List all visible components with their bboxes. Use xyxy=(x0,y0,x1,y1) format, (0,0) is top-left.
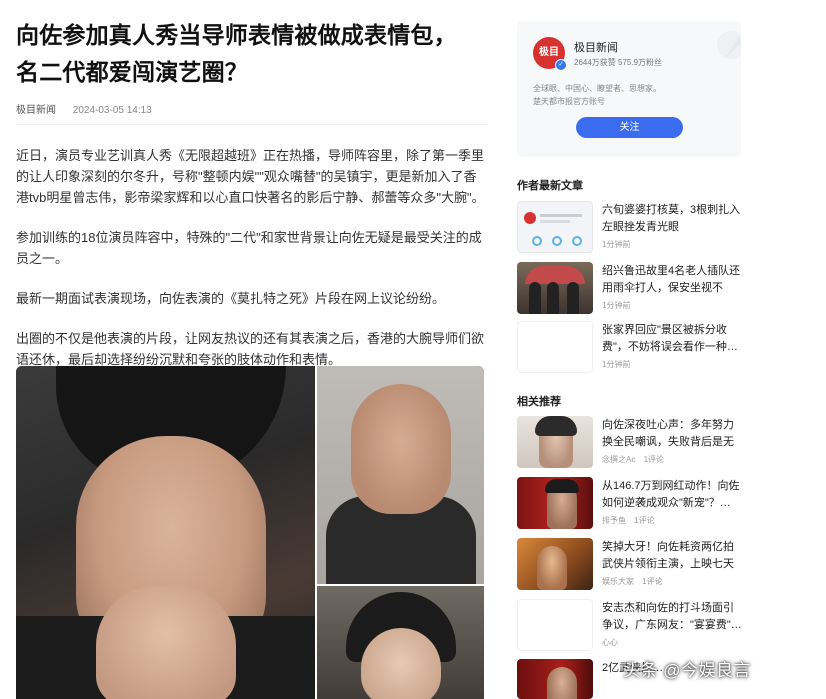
related-thumbnail xyxy=(517,599,593,651)
article-paragraph: 最新一期面试表演现场，向佐表演的《莫扎特之死》片段在网上议论纷纷。 xyxy=(16,291,446,306)
latest-item-time: 1分钟前 xyxy=(602,360,631,369)
related-item-meta: 娱乐大家 1评论 xyxy=(602,576,669,587)
latest-item-title[interactable]: 绍兴鲁迅故里4名老人插队还用雨伞打人，保安坐视不管… xyxy=(602,263,744,297)
article-date: 2024-03-05 14:13 xyxy=(72,105,152,116)
article-paragraph: 出圈的不仅是他表演的片段，让网友热议的还有其表演之后，香港的大腕导师们欲语还休，… xyxy=(16,331,485,367)
related-item-author[interactable]: 娱乐大家 xyxy=(602,577,634,586)
related-thumbnail xyxy=(517,477,593,529)
author-description: 全球眼、中国心、瞭望者、思想家。 楚天都市报官方账号 xyxy=(533,82,729,108)
related-item[interactable]: 安志杰和向佐的打斗场面引争议，广东网友："宴宴费"… 心心 xyxy=(517,599,745,651)
watermark: 头条 @今娱良言 xyxy=(623,661,751,680)
related-item-title[interactable]: 从146.7万到网红动作！向佐如何逆袭成观众"新宠"？… xyxy=(602,478,744,512)
related-item-author[interactable]: 心心 xyxy=(602,638,618,647)
related-thumbnail xyxy=(517,416,593,468)
related-thumbnail xyxy=(517,659,593,699)
article-image[interactable] xyxy=(16,366,484,699)
related-item[interactable]: 从146.7万到网红动作！向佐如何逆袭成观众"新宠"？… 排予鱼 1评论 xyxy=(517,477,745,529)
author-stats: 2644万获赞 575.9万粉丝 xyxy=(574,58,663,67)
related-item-author[interactable]: 念撰之Ac xyxy=(602,455,635,464)
related-item-meta: 心心 xyxy=(602,637,624,648)
latest-heading: 作者最新文章 xyxy=(517,180,583,192)
article-title: 向佐参加真人秀当导师表情被做成表情包， 名二代都爱闯演艺圈？ xyxy=(16,17,486,91)
related-item-comments: 1评论 xyxy=(643,455,665,464)
verified-icon: ✓ xyxy=(555,59,567,71)
related-thumbnail xyxy=(517,538,593,590)
latest-item-title[interactable]: 张家界回应"景区被拆分收费"，不妨将误会看作一种… xyxy=(602,322,744,356)
latest-item[interactable]: 绍兴鲁迅故里4名老人插队还用雨伞打人，保安坐视不管… 1分钟前 xyxy=(517,262,745,314)
related-item-meta: 念撰之Ac 1评论 xyxy=(602,454,670,465)
latest-item-title[interactable]: 六旬婆婆打核莫，3根刺扎入左眼挫发青光眼 xyxy=(602,202,744,236)
article-main: 向佐参加真人秀当导师表情被做成表情包， 名二代都爱闯演艺圈？ 极目新闻 2024… xyxy=(16,0,486,370)
latest-thumbnail xyxy=(517,201,593,253)
latest-item-time: 1分钟前 xyxy=(602,240,631,249)
latest-thumbnail xyxy=(517,262,593,314)
author-name[interactable]: 极目新闻 xyxy=(574,39,618,55)
related-item-title[interactable]: 向佐深夜吐心声：多年努力换全民嘲讽，失败背后是无尽… xyxy=(602,417,744,451)
related-item-comments: 1评论 xyxy=(642,577,663,586)
related-item-meta: 排予鱼 1评论 xyxy=(602,515,661,526)
article-title-line1: 向佐参加真人秀当导师表情被做成表情包， xyxy=(16,22,457,48)
author-desc-line: 全球眼、中国心、瞭望者、思想家。 xyxy=(533,84,661,93)
latest-item-time: 1分钟前 xyxy=(602,301,631,310)
author-avatar[interactable]: 极目 ✓ xyxy=(533,37,567,71)
related-item[interactable]: 笑掉大牙！向佐耗资两亿拍武侠片领衔主演，上映七天竟… 娱乐大家 1评论 xyxy=(517,538,745,590)
decoration-icon xyxy=(717,31,741,59)
article-meta: 极目新闻 2024-03-05 14:13 xyxy=(16,101,486,117)
divider xyxy=(16,124,486,125)
related-item-title[interactable]: 安志杰和向佐的打斗场面引争议，广东网友："宴宴费"… xyxy=(602,600,744,634)
author-card: 极目 ✓ 极目新闻 2644万获赞 575.9万粉丝 全球眼、中国心、瞭望者、思… xyxy=(517,21,741,157)
related-item-author[interactable]: 排予鱼 xyxy=(602,516,626,525)
related-item-comments: 1评论 xyxy=(634,516,655,525)
latest-item[interactable]: 张家界回应"景区被拆分收费"，不妨将误会看作一种… 1分钟前 xyxy=(517,321,745,373)
follow-button[interactable]: 关注 xyxy=(576,117,683,138)
author-logo-text: 极目 xyxy=(539,47,559,58)
article-source[interactable]: 极目新闻 xyxy=(16,105,56,116)
article-title-line2: 名二代都爱闯演艺圈？ xyxy=(16,59,248,85)
author-desc-line: 楚天都市报官方账号 xyxy=(533,97,605,106)
article-paragraph: 参加训练的18位演员阵容中，特殊的"二代"和家世背景让向佐无疑是最受关注的成员之… xyxy=(16,230,482,266)
related-item[interactable]: 向佐深夜吐心声：多年努力换全民嘲讽，失败背后是无尽… 念撰之Ac 1评论 xyxy=(517,416,745,468)
latest-thumbnail xyxy=(517,321,593,373)
latest-item[interactable]: 六旬婆婆打核莫，3根刺扎入左眼挫发青光眼 1分钟前 xyxy=(517,201,745,253)
article-paragraph: 近日，演员专业艺训真人秀《无限超越班》正在热播，导师阵容里，除了第一季里的让人印… xyxy=(16,148,485,205)
related-item-title[interactable]: 笑掉大牙！向佐耗资两亿拍武侠片领衔主演，上映七天竟… xyxy=(602,539,744,573)
related-heading: 相关推荐 xyxy=(517,396,561,408)
